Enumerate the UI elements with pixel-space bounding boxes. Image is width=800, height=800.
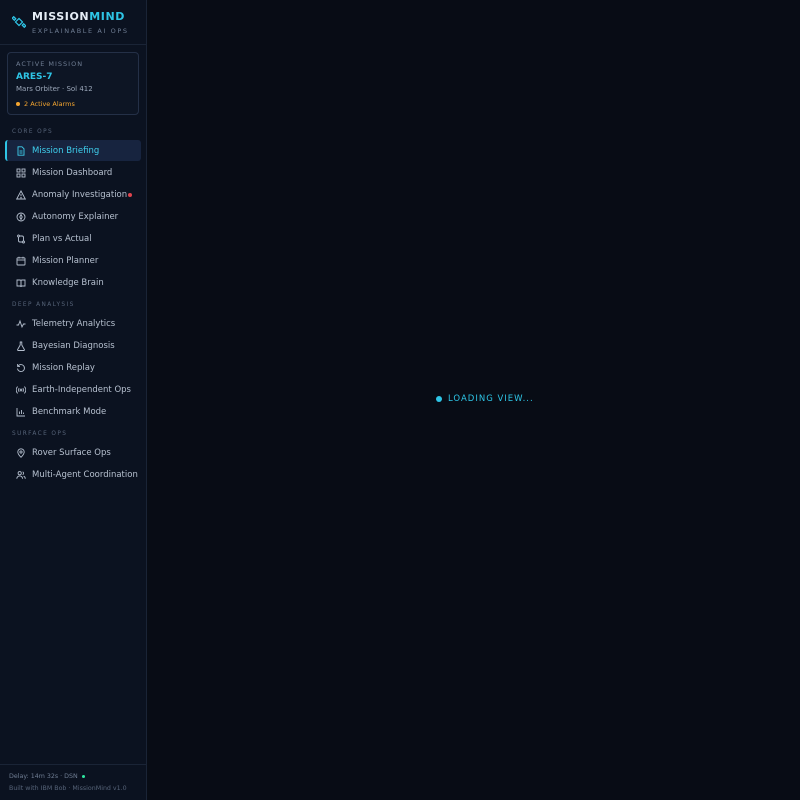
anomaly-alert-dot-icon [128,193,132,197]
pulse-icon [16,319,26,328]
users-icon [16,470,26,479]
dsn-status-dot-icon [81,775,85,778]
brand-header[interactable]: MISSIONMIND EXPLAINABLE AI OPS [0,0,146,45]
build-credit: Built with IBM Bob · MissionMind v1.0 [9,785,127,792]
satellite-icon [12,15,26,29]
nav-item-earth-independent-ops[interactable]: Earth-Independent Ops [5,379,141,400]
alarm-dot-icon [16,102,20,106]
nav-item-telemetry-analytics[interactable]: Telemetry Analytics [5,313,141,334]
loading-indicator: LOADING VIEW... [436,394,534,404]
mission-subtitle: Mars Orbiter · Sol 412 [16,85,93,93]
nav-item-anomaly-investigation[interactable]: Anomaly Investigation [5,184,141,205]
mission-name: ARES-7 [16,72,53,82]
nav-item-benchmark-mode[interactable]: Benchmark Mode [5,401,141,422]
nav-item-mission-dashboard[interactable]: Mission Dashboard [5,162,141,183]
active-mission-card[interactable]: ACTIVE MISSION ARES-7 Mars Orbiter · Sol… [7,52,139,115]
loading-dot-icon [436,396,442,402]
section-label-surface-ops: SURFACE OPS [12,431,68,437]
brand-title: MISSIONMIND [32,10,126,23]
comm-delay-status: Delay: 14m 32s · DSN [9,773,85,780]
compare-icon [17,234,25,243]
calendar-icon [16,256,26,265]
nav-item-mission-replay[interactable]: Mission Replay [5,357,141,378]
compass-icon [16,212,26,221]
nav-item-bayesian-diagnosis[interactable]: Bayesian Diagnosis [5,335,141,356]
flask-icon [17,341,25,351]
nav-item-knowledge-brain[interactable]: Knowledge Brain [5,272,141,293]
nav-item-rover-surface-ops[interactable]: Rover Surface Ops [5,442,141,463]
brand-subtitle: EXPLAINABLE AI OPS [32,27,129,35]
nav-item-mission-planner[interactable]: Mission Planner [5,250,141,271]
location-pin-icon [17,447,25,458]
loading-text: LOADING VIEW... [448,394,534,404]
document-icon [17,145,25,156]
sidebar-footer: Delay: 14m 32s · DSN Built with IBM Bob … [0,764,147,800]
grid-icon [16,168,26,177]
section-label-core-ops: CORE OPS [12,129,54,135]
active-alarms-badge[interactable]: 2 Active Alarms [16,100,75,108]
nav-item-mission-briefing[interactable]: Mission Briefing [5,140,141,161]
book-icon [16,279,26,287]
broadcast-icon [16,385,26,394]
replay-icon [17,363,25,372]
section-label-deep-analysis: DEEP ANALYSIS [12,302,75,308]
warning-icon [16,189,26,199]
sidebar: MISSIONMIND EXPLAINABLE AI OPS ACTIVE MI… [0,0,147,800]
nav-item-multi-agent-coordination[interactable]: Multi-Agent Coordination [5,464,141,485]
nav-item-autonomy-explainer[interactable]: Autonomy Explainer [5,206,141,227]
bar-chart-icon [16,407,25,416]
active-mission-label: ACTIVE MISSION [16,60,84,68]
nav-item-plan-vs-actual[interactable]: Plan vs Actual [5,228,141,249]
